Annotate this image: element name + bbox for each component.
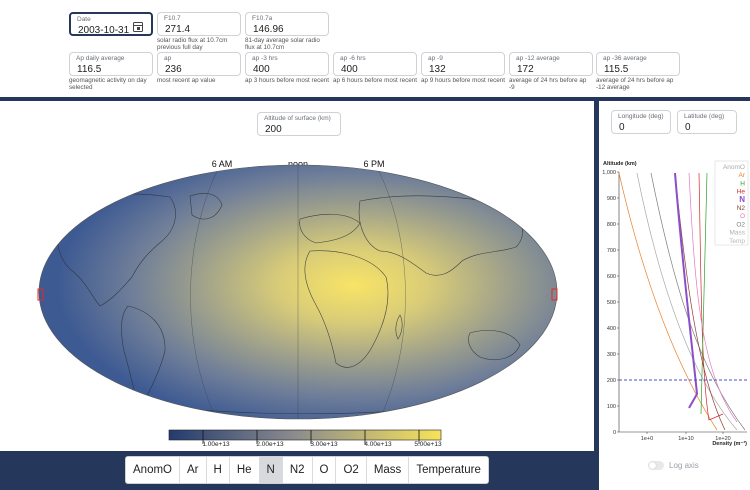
legend-item-temp[interactable]: Temp <box>729 238 745 245</box>
f107-value: 271.4 <box>165 24 191 35</box>
y-tick-label: 400 <box>607 326 616 332</box>
calendar-icon[interactable] <box>133 22 143 32</box>
longitude-field[interactable]: Longitude (deg) 0 <box>611 110 671 134</box>
species-anomo-button[interactable]: AnomO <box>126 457 180 483</box>
colorbar-tick-3: 3.00e+13 <box>310 441 338 448</box>
species-h-button[interactable]: H <box>206 457 230 483</box>
series-line-ar <box>618 172 718 431</box>
legend-item-n[interactable]: N <box>739 195 745 204</box>
f107a-label: F10.7a <box>252 15 273 22</box>
legend-item-o[interactable]: O <box>740 213 745 220</box>
date-field[interactable]: Date 2003-10-31 <box>69 12 153 36</box>
f107a-hint: 81-day average solar radio flux at 10.7c… <box>245 37 320 51</box>
ap9-field[interactable]: ap -9 132 <box>421 52 505 76</box>
longitude-value: 0 <box>619 122 625 133</box>
density-map[interactable]: 6 AM noon 6 PM 1.00e+13 2.00e+13 3.00e+1… <box>0 101 594 451</box>
ap6-label: ap -6 hrs <box>340 55 366 62</box>
ap9-label: ap -9 <box>428 55 443 62</box>
ap12-value: 172 <box>517 64 534 75</box>
time-label-6am: 6 AM <box>212 159 233 169</box>
time-label-6pm: 6 PM <box>363 159 384 169</box>
y-tick-label: 1,000 <box>602 170 616 176</box>
ap12-field[interactable]: ap -12 average 172 <box>509 52 593 76</box>
species-n2-button[interactable]: N2 <box>282 457 313 483</box>
chart-ylabel: Altitude (km) <box>603 161 637 167</box>
ap3-hint: ap 3 hours before most recent <box>245 77 330 84</box>
ap6-hint: ap 6 hours before most recent <box>333 77 418 84</box>
ap-daily-field[interactable]: Ap daily average 116.5 <box>69 52 153 76</box>
ap6-field[interactable]: ap -6 hrs 400 <box>333 52 417 76</box>
colorbar-tick-2: 2.00e+13 <box>256 441 284 448</box>
date-label: Date <box>77 16 91 23</box>
longitude-label: Longitude (deg) <box>618 113 664 120</box>
species-ar-button[interactable]: Ar <box>180 457 207 483</box>
ap-field[interactable]: ap 236 <box>157 52 241 76</box>
colorbar-tick-1: 1.00e+13 <box>202 441 230 448</box>
ap9-value: 132 <box>429 64 446 75</box>
f107a-value: 146.96 <box>253 24 284 35</box>
altitude-density-chart[interactable]: Altitude (km) 0 100 200 300 400 500 600 700 800 9… <box>597 152 750 452</box>
ap36-label: ap -36 average <box>603 55 647 62</box>
f107-label: F10.7 <box>164 15 181 22</box>
y-tick-label: 0 <box>613 430 616 436</box>
y-tick-label: 200 <box>607 378 616 384</box>
x-tick-label: 1e+0 <box>641 436 653 442</box>
series-line-n <box>674 172 699 409</box>
ap3-field[interactable]: ap -3 hrs 400 <box>245 52 329 76</box>
ap-hint: most recent ap value <box>157 77 216 84</box>
y-tick-label: 800 <box>607 222 616 228</box>
colorbar <box>168 429 442 441</box>
ap36-value: 115.5 <box>604 64 629 75</box>
species-he-button[interactable]: He <box>229 457 260 483</box>
legend-item-ar[interactable]: Ar <box>739 172 746 179</box>
y-tick-label: 900 <box>607 196 616 202</box>
map-panel: Altitude of surface (km) 200 6 AM noon 6… <box>0 101 594 451</box>
log-axis-label: Log axis <box>669 461 699 470</box>
species-o2-button[interactable]: O2 <box>336 457 367 483</box>
legend-item-o2[interactable]: O2 <box>736 221 745 228</box>
ap36-field[interactable]: ap -36 average 115.5 <box>596 52 680 76</box>
y-tick-label: 700 <box>607 248 616 254</box>
legend-item-h[interactable]: H <box>740 180 745 187</box>
y-tick-label: 100 <box>607 404 616 410</box>
species-n-button[interactable]: N <box>259 457 283 483</box>
ap12-label: ap -12 average <box>516 55 560 62</box>
legend-item-n2[interactable]: N2 <box>737 205 746 212</box>
colorbar-tick-5: 5.00e+13 <box>414 441 442 448</box>
log-axis-toggle[interactable] <box>648 461 664 470</box>
colorbar-tick-4: 4.00e+13 <box>364 441 392 448</box>
ap3-label: ap -3 hrs <box>252 55 278 62</box>
ap-daily-hint: geomagnetic activity on day selected <box>69 77 147 91</box>
ap9-hint: ap 9 hours before most recent <box>421 77 506 84</box>
ap-daily-label: Ap daily average <box>76 55 125 62</box>
chart-xlabel: Density (m⁻³) <box>712 440 747 447</box>
species-o-button[interactable]: O <box>312 457 337 483</box>
ap-label: ap <box>164 55 172 62</box>
y-tick-label: 600 <box>607 274 616 280</box>
ap3-value: 400 <box>253 64 270 75</box>
y-tick-label: 300 <box>607 352 616 358</box>
latitude-value: 0 <box>685 122 691 133</box>
date-value: 2003-10-31 <box>78 25 130 36</box>
ap6-value: 400 <box>341 64 358 75</box>
f107-hint: solar radio flux at 10.7cm previous full… <box>157 37 228 51</box>
ap-daily-value: 116.5 <box>77 64 102 75</box>
species-temperature-button[interactable]: Temperature <box>409 457 488 483</box>
f107a-field[interactable]: F10.7a 146.96 <box>245 12 329 36</box>
legend-item-anomo[interactable]: AnomO <box>723 164 745 171</box>
species-selector: AnomO Ar H He N N2 O O2 Mass Temperature <box>125 456 489 484</box>
ap36-hint: average of 24 hrs before ap -12 average <box>596 77 674 91</box>
species-mass-button[interactable]: Mass <box>366 457 410 483</box>
y-tick-label: 500 <box>607 300 616 306</box>
ap12-hint: average of 24 hrs before ap -9 <box>509 77 587 91</box>
ap-value: 236 <box>165 64 182 75</box>
x-tick-label: 1e+10 <box>678 436 693 442</box>
latitude-field[interactable]: Latitude (deg) 0 <box>677 110 737 134</box>
legend-item-mass[interactable]: Mass <box>729 230 745 237</box>
f107-field[interactable]: F10.7 271.4 <box>157 12 241 36</box>
latitude-label: Latitude (deg) <box>684 113 725 120</box>
parameters-panel: Date 2003-10-31 F10.7 271.4 solar radio … <box>0 0 750 99</box>
